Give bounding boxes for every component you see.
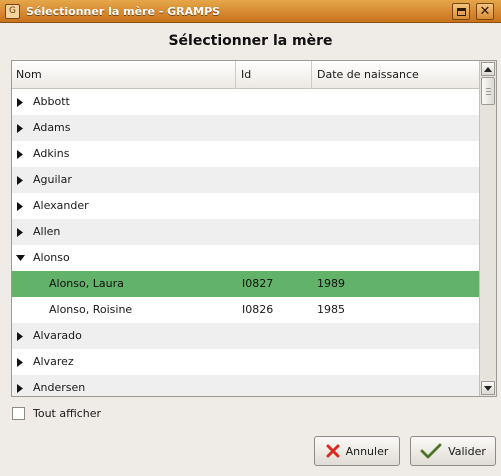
row-name: Alvarado — [33, 329, 82, 342]
row-name: Alonso, Roisine — [49, 303, 133, 316]
checkmark-icon — [420, 442, 442, 460]
gramps-icon[interactable]: G — [5, 3, 20, 19]
row-name: Adams — [33, 121, 71, 134]
show-all-label: Tout afficher — [33, 406, 102, 420]
tree-row-alonso-roisine[interactable]: Alonso, Roisine I0826 1985 — [12, 297, 479, 323]
row-name: Alonso, Laura — [49, 277, 124, 290]
row-name: Aguilar — [33, 173, 72, 186]
tree-row-abbott[interactable]: Abbott — [12, 89, 479, 115]
expander-collapsed-icon[interactable] — [16, 202, 24, 211]
ok-button-label: Valider — [448, 444, 486, 458]
expander-collapsed-icon[interactable] — [16, 358, 24, 367]
tree-rows: Abbott Adams Adkins Aguilar Alexander Al… — [12, 89, 479, 396]
tree-row-adams[interactable]: Adams — [12, 115, 479, 141]
tree-row-andersen[interactable]: Andersen — [12, 375, 479, 396]
row-id: I0827 — [242, 277, 274, 290]
dialog-heading: Sélectionner la mère — [168, 33, 333, 49]
expander-collapsed-icon[interactable] — [16, 332, 24, 341]
row-name: Alvarez — [33, 355, 74, 368]
tree-row-aguilar[interactable]: Aguilar — [12, 167, 479, 193]
grip-line — [486, 91, 491, 92]
row-name: Abbott — [33, 95, 70, 108]
scroll-down-arrow-icon[interactable] — [481, 381, 495, 395]
row-name: Alonso — [33, 251, 70, 264]
ok-button[interactable]: Valider — [410, 436, 496, 466]
expander-collapsed-icon[interactable] — [16, 176, 24, 185]
row-name: Adkins — [33, 147, 70, 160]
cancel-button[interactable]: Annuler — [314, 436, 400, 466]
show-all-option[interactable]: Tout afficher — [12, 405, 101, 421]
expander-collapsed-icon[interactable] — [16, 124, 24, 133]
tree-row-adkins[interactable]: Adkins — [12, 141, 479, 167]
close-icon: ✕ — [479, 4, 491, 19]
close-button[interactable]: ✕ — [476, 3, 494, 20]
grip-line — [486, 94, 491, 95]
scroll-up-arrow-icon[interactable] — [481, 62, 495, 76]
tree-row-alonso-laura[interactable]: Alonso, Laura I0827 1989 — [12, 271, 479, 297]
row-birth-date: 1985 — [317, 303, 345, 316]
row-name: Alexander — [33, 199, 89, 212]
column-header-id[interactable]: Id — [237, 61, 312, 89]
row-name: Andersen — [33, 381, 86, 394]
show-all-checkbox[interactable] — [12, 406, 25, 420]
tree-header: Nom Id Date de naissance — [12, 61, 479, 89]
tree-row-alexander[interactable]: Alexander — [12, 193, 479, 219]
tree-row-alvarez[interactable]: Alvarez — [12, 349, 479, 375]
expander-collapsed-icon[interactable] — [16, 228, 24, 237]
person-tree-view[interactable]: Nom Id Date de naissance Abbott Adams Ad… — [11, 60, 497, 397]
tree-row-allen[interactable]: Allen — [12, 219, 479, 245]
grip-line — [486, 88, 491, 89]
expander-expanded-icon[interactable] — [16, 254, 25, 263]
expander-collapsed-icon[interactable] — [16, 98, 24, 107]
column-header-name[interactable]: Nom — [12, 61, 236, 89]
row-id: I0826 — [242, 303, 274, 316]
window-title: Sélectionner la mère - GRAMPS — [26, 4, 221, 18]
tree-row-alonso[interactable]: Alonso — [12, 245, 479, 271]
row-birth-date: 1989 — [317, 277, 345, 290]
window-titlebar[interactable]: G Sélectionner la mère - GRAMPS ✕ — [0, 0, 501, 23]
cancel-button-label: Annuler — [345, 444, 389, 458]
maximize-icon — [456, 7, 466, 16]
cancel-x-icon — [326, 444, 340, 458]
vertical-scrollbar[interactable] — [479, 61, 496, 396]
row-name: Allen — [33, 225, 61, 238]
expander-collapsed-icon[interactable] — [16, 150, 24, 159]
tree-row-alvarado[interactable]: Alvarado — [12, 323, 479, 349]
maximize-button[interactable] — [452, 3, 470, 20]
expander-collapsed-icon[interactable] — [16, 384, 24, 393]
column-header-birth-date[interactable]: Date de naissance — [313, 61, 479, 89]
scrollbar-thumb[interactable] — [481, 77, 495, 105]
